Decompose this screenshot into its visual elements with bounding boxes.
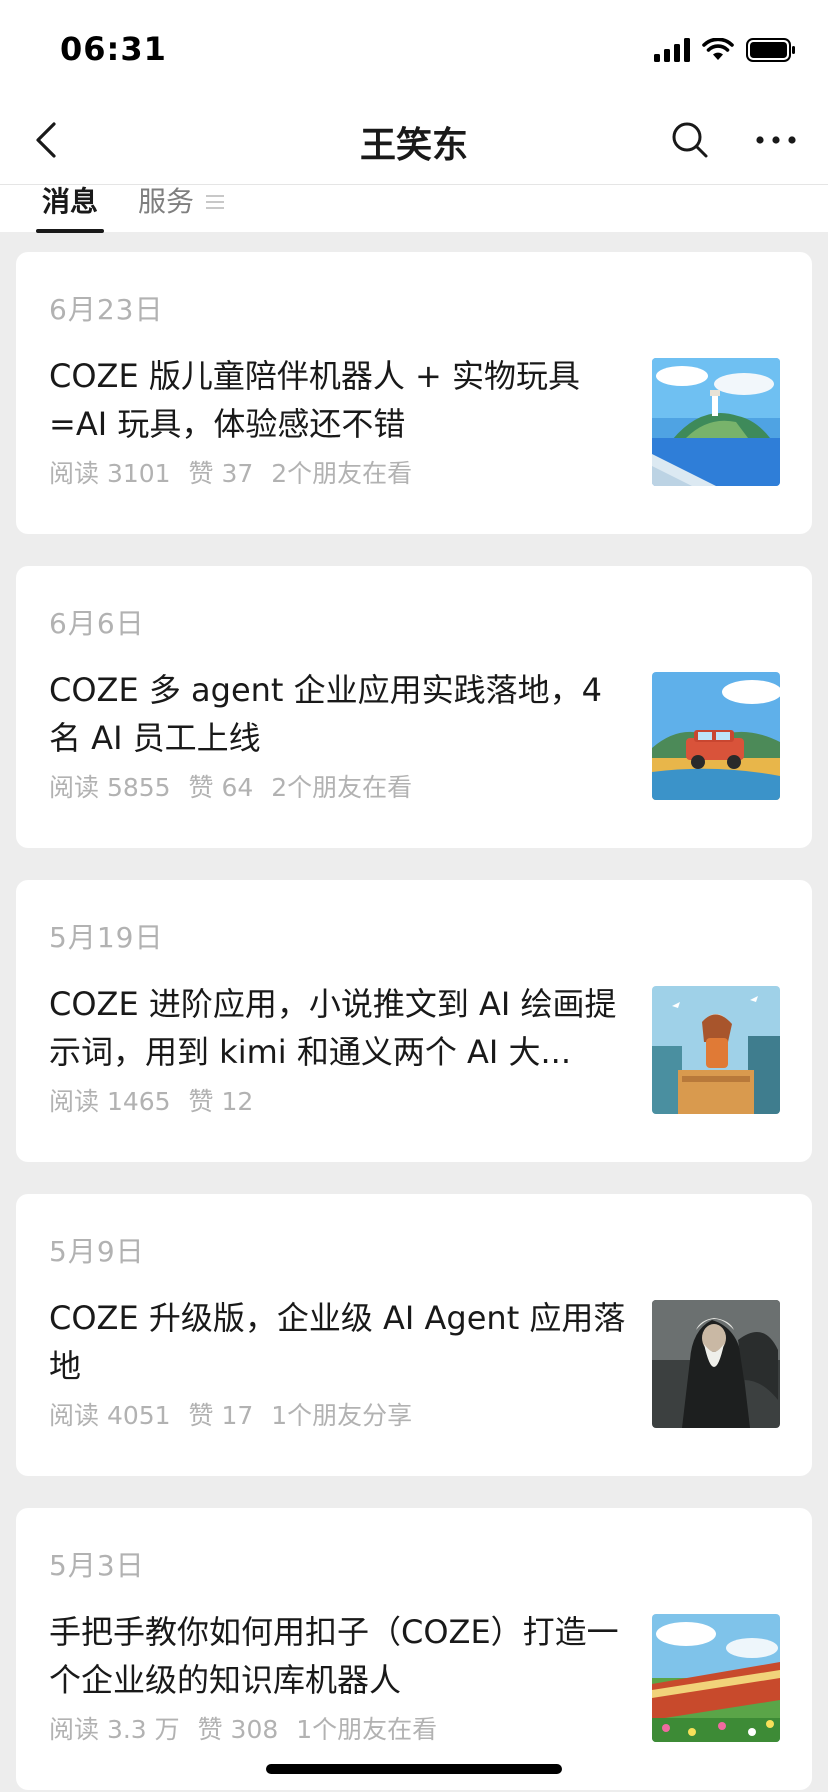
- article-date: 5月19日: [49, 921, 164, 954]
- article-stats: 阅读 3101 赞 37 2个朋友在看: [49, 454, 422, 490]
- like-count: 赞 64: [188, 773, 254, 802]
- article-thumbnail[interactable]: [652, 672, 780, 800]
- like-count: 赞 37: [188, 459, 254, 488]
- article-title[interactable]: COZE 版儿童陪伴机器人 + 实物玩具 =AI 玩具，体验感还不错: [49, 352, 639, 448]
- article-title[interactable]: 手把手教你如何用扣子（COZE）打造一个企业级的知识库机器人: [49, 1608, 639, 1704]
- article-card[interactable]: 6月23日 COZE 版儿童陪伴机器人 + 实物玩具 =AI 玩具，体验感还不错…: [16, 252, 812, 534]
- menu-lines-icon[interactable]: [206, 193, 224, 211]
- status-time: 06:31: [60, 30, 167, 68]
- search-icon: [672, 122, 708, 158]
- more-dots-icon: [756, 136, 796, 144]
- article-title[interactable]: COZE 多 agent 企业应用实践落地，4 名 AI 员工上线: [49, 666, 639, 762]
- article-title[interactable]: COZE 进阶应用，小说推文到 AI 绘画提示词，用到 kimi 和通义两个 A…: [49, 980, 639, 1076]
- article-thumbnail[interactable]: [652, 358, 780, 486]
- read-count: 阅读 4051: [49, 1401, 171, 1430]
- nav-bar: 王笑东: [0, 96, 828, 184]
- tab-bar: 消息 服务: [0, 184, 828, 233]
- article-date: 6月23日: [49, 293, 164, 326]
- wifi-icon: [702, 38, 734, 60]
- tab-active-indicator: [36, 229, 104, 233]
- read-count: 阅读 1465: [49, 1087, 171, 1116]
- article-stats: 阅读 1465 赞 12: [49, 1082, 273, 1118]
- article-thumbnail[interactable]: [652, 986, 780, 1114]
- friends-status: 2个朋友在看: [271, 459, 413, 488]
- article-card[interactable]: 6月6日 COZE 多 agent 企业应用实践落地，4 名 AI 员工上线 阅…: [16, 566, 812, 848]
- article-title[interactable]: COZE 升级版，企业级 AI Agent 应用落地: [49, 1294, 639, 1390]
- status-bar: 06:31: [0, 0, 828, 96]
- article-card[interactable]: 5月19日 COZE 进阶应用，小说推文到 AI 绘画提示词，用到 kimi 和…: [16, 880, 812, 1162]
- more-button[interactable]: [752, 118, 800, 162]
- car-landscape-image: [652, 672, 780, 800]
- article-thumbnail[interactable]: [652, 1614, 780, 1742]
- search-button[interactable]: [668, 118, 712, 162]
- train-flowers-image: [652, 1614, 780, 1742]
- anime-girl-city-image: [652, 986, 780, 1114]
- friends-status: 1个朋友在看: [296, 1715, 438, 1744]
- tab-messages[interactable]: 消息: [42, 185, 98, 219]
- read-count: 阅读 5855: [49, 773, 171, 802]
- article-stats: 阅读 3.3 万 赞 308 1个朋友在看: [49, 1710, 447, 1746]
- like-count: 赞 308: [197, 1715, 279, 1744]
- article-date: 5月9日: [49, 1235, 145, 1268]
- home-indicator[interactable]: [266, 1764, 562, 1774]
- article-stats: 阅读 5855 赞 64 2个朋友在看: [49, 768, 422, 804]
- old-sage-image: [652, 1300, 780, 1428]
- article-date: 5月3日: [49, 1549, 145, 1582]
- friends-status: 2个朋友在看: [271, 773, 413, 802]
- battery-icon: [746, 38, 795, 62]
- like-count: 赞 12: [188, 1087, 254, 1116]
- read-count: 阅读 3101: [49, 459, 171, 488]
- article-date: 6月6日: [49, 607, 145, 640]
- island-lighthouse-image: [652, 358, 780, 486]
- article-stats: 阅读 4051 赞 17 1个朋友分享: [49, 1396, 422, 1432]
- article-thumbnail[interactable]: [652, 1300, 780, 1428]
- like-count: 赞 17: [188, 1401, 254, 1430]
- status-icons: [654, 36, 796, 64]
- article-card[interactable]: 5月9日 COZE 升级版，企业级 AI Agent 应用落地 阅读 4051 …: [16, 1194, 812, 1476]
- tab-services[interactable]: 服务: [138, 185, 194, 219]
- friends-status: 1个朋友分享: [271, 1401, 413, 1430]
- article-card[interactable]: 5月3日 手把手教你如何用扣子（COZE）打造一个企业级的知识库机器人 阅读 3…: [16, 1508, 812, 1790]
- read-count: 阅读 3.3 万: [49, 1715, 180, 1744]
- signal-icon: [654, 38, 690, 62]
